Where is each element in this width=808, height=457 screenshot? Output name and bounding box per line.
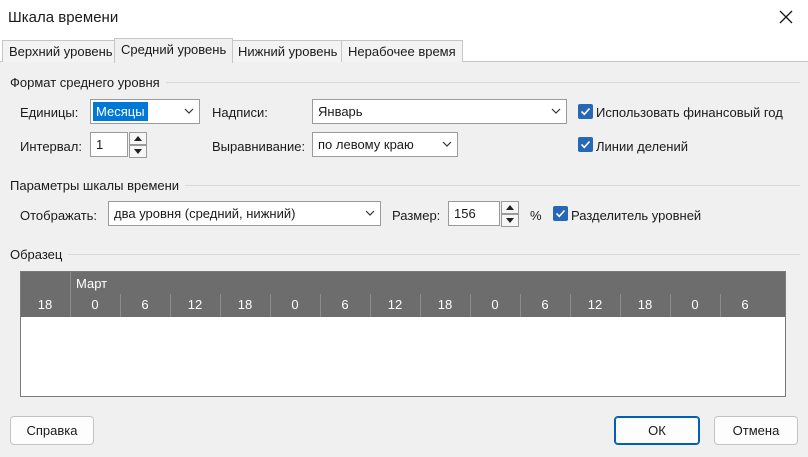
tick-divider <box>220 294 221 317</box>
tab-middle-tier[interactable]: Средний уровень <box>114 38 234 63</box>
chevron-down-icon <box>365 210 375 216</box>
size-unit: % <box>530 208 542 223</box>
month-divider <box>70 272 71 294</box>
triangle-up-icon <box>134 136 142 141</box>
units-combo[interactable]: Месяцы <box>90 99 200 124</box>
sample-group-title: Образец <box>10 247 69 262</box>
triangle-down-icon <box>506 218 514 223</box>
sample-group-divider <box>10 254 800 255</box>
preview-tick-label: 6 <box>341 297 349 312</box>
labels-label: Надписи: <box>212 105 268 120</box>
chevron-down-icon <box>442 141 452 147</box>
ok-button[interactable]: ОК <box>614 416 700 445</box>
title-bar: Шкала времени <box>0 0 808 36</box>
preview-tick-label: 18 <box>437 297 453 312</box>
show-tiers-value: два уровня (средний, нижний) <box>114 206 296 221</box>
preview-month-label: Март <box>76 276 108 291</box>
size-input[interactable]: 156 <box>448 201 500 226</box>
preview-tick-label: 6 <box>541 297 549 312</box>
interval-stepper <box>129 132 147 158</box>
window-title: Шкала времени <box>8 9 119 26</box>
align-value: по левому краю <box>318 137 414 152</box>
tier-separator-label[interactable]: Разделитель уровней <box>571 208 701 223</box>
interval-value: 1 <box>96 137 104 152</box>
preview-tick-label: 6 <box>141 297 149 312</box>
size-label: Размер: <box>392 208 441 223</box>
align-combo[interactable]: по левому краю <box>312 132 458 157</box>
format-group-title: Формат среднего уровня <box>10 75 166 90</box>
check-icon <box>555 209 566 218</box>
labels-value: Январь <box>318 104 363 119</box>
check-icon <box>580 107 591 116</box>
close-icon <box>779 10 793 24</box>
size-stepper <box>501 201 519 227</box>
help-button[interactable]: Справка <box>10 416 94 445</box>
triangle-up-icon <box>506 205 514 210</box>
labels-combo[interactable]: Январь <box>312 99 567 124</box>
tick-divider <box>420 294 421 317</box>
chevron-down-icon <box>184 108 194 114</box>
tab-bottom-tier[interactable]: Нижний уровень <box>231 40 345 62</box>
tick-divider <box>170 294 171 317</box>
show-label: Отображать: <box>20 208 98 223</box>
size-value: 156 <box>454 206 476 221</box>
tick-divider <box>70 294 71 317</box>
tick-divider <box>570 294 571 317</box>
close-button[interactable] <box>764 0 808 34</box>
tick-divider <box>270 294 271 317</box>
tick-divider <box>320 294 321 317</box>
interval-label: Интервал: <box>20 139 82 154</box>
interval-down-button[interactable] <box>129 145 147 158</box>
tier-separator-checkbox[interactable] <box>553 206 568 221</box>
size-down-button[interactable] <box>501 214 519 227</box>
tick-divider <box>470 294 471 317</box>
tab-top-tier[interactable]: Верхний уровень <box>2 40 120 62</box>
preview-tick-label: 6 <box>741 297 749 312</box>
fiscal-year-checkbox[interactable] <box>578 104 593 119</box>
tick-lines-label[interactable]: Линии делений <box>596 139 688 154</box>
preview-tick-label: 0 <box>291 297 299 312</box>
preview-tick-label: 0 <box>91 297 99 312</box>
preview-tick-label: 18 <box>637 297 653 312</box>
preview-tick-label: 0 <box>491 297 499 312</box>
preview-tick-label: 18 <box>237 297 253 312</box>
preview-tick-label: 12 <box>387 297 403 312</box>
preview-bottom-tier: 18 0 6 12 18 0 6 12 18 0 6 12 18 0 6 <box>21 294 785 317</box>
preview-tick-label: 12 <box>587 297 603 312</box>
timescale-preview: Март 18 0 6 12 18 0 6 12 18 0 6 12 18 0 6 <box>20 271 786 397</box>
tab-strip: Верхний уровень Средний уровень Нижний у… <box>0 38 808 63</box>
interval-input[interactable]: 1 <box>90 132 128 157</box>
show-tiers-combo[interactable]: два уровня (средний, нижний) <box>108 201 381 226</box>
timescale-group-title: Параметры шкалы времени <box>10 178 186 193</box>
check-icon <box>580 140 591 149</box>
interval-up-button[interactable] <box>129 132 147 145</box>
chevron-down-icon <box>551 108 561 114</box>
tick-divider <box>670 294 671 317</box>
tab-nonworking-time[interactable]: Нерабочее время <box>341 40 463 62</box>
units-label: Единицы: <box>20 105 79 120</box>
triangle-down-icon <box>134 149 142 154</box>
tick-divider <box>520 294 521 317</box>
tick-divider <box>720 294 721 317</box>
fiscal-year-label[interactable]: Использовать финансовый год <box>596 105 783 120</box>
units-value: Месяцы <box>93 102 148 121</box>
tick-divider <box>120 294 121 317</box>
cancel-button[interactable]: Отмена <box>714 416 798 445</box>
preview-tick-label: 12 <box>187 297 203 312</box>
tick-divider <box>620 294 621 317</box>
preview-middle-tier: Март <box>21 272 785 294</box>
align-label: Выравнивание: <box>212 139 306 154</box>
tick-lines-checkbox[interactable] <box>578 137 593 152</box>
tick-divider <box>370 294 371 317</box>
preview-tick-label: 0 <box>691 297 699 312</box>
preview-tick-label: 18 <box>37 297 53 312</box>
size-up-button[interactable] <box>501 201 519 214</box>
